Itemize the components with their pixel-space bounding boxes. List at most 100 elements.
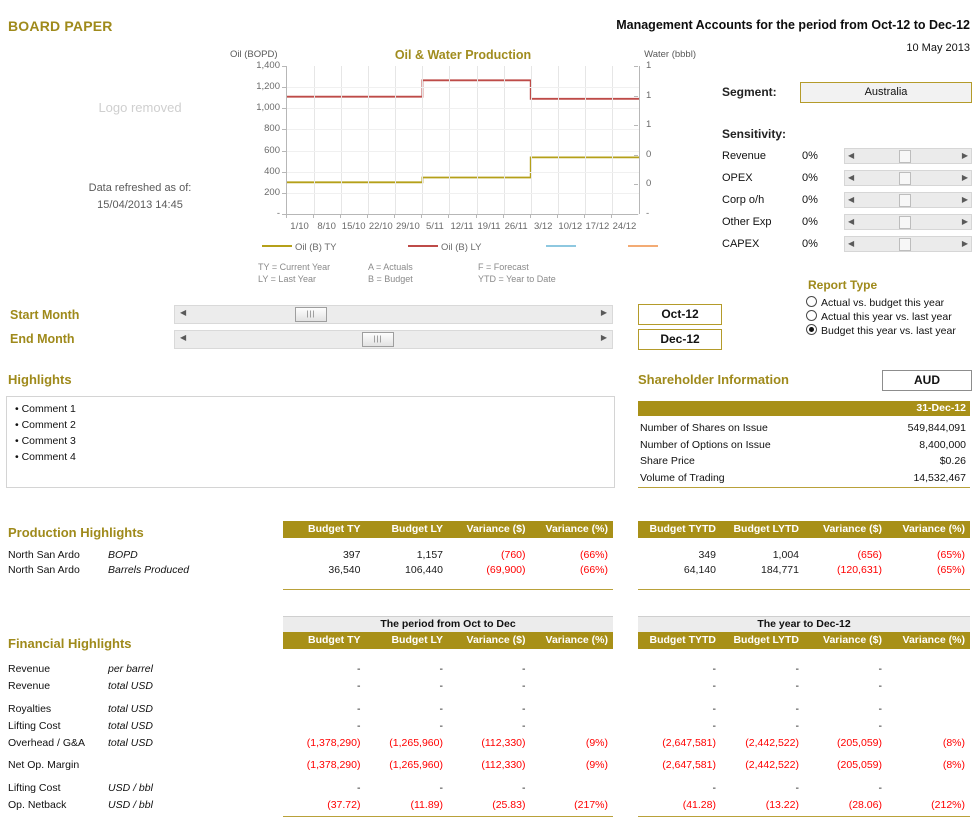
- spinner-right-arrow-icon[interactable]: ▶: [962, 238, 968, 249]
- slider-right-arrow-icon[interactable]: ▶: [601, 308, 607, 317]
- board-paper-label: BOARD PAPER: [8, 18, 113, 34]
- chart-footnote: A = Actuals: [368, 262, 413, 272]
- spinner-left-arrow-icon[interactable]: ◀: [848, 172, 854, 183]
- chart-y2-tickmark: [634, 125, 638, 127]
- chart-series-line: [287, 79, 639, 100]
- report-type-option[interactable]: Budget this year vs. last year: [806, 324, 956, 337]
- chart-y-tickmark: [282, 87, 286, 89]
- chart-legend-label: Oil (B) TY: [295, 242, 337, 253]
- slider-thumb[interactable]: |||: [362, 332, 394, 347]
- slider-left-arrow-icon[interactable]: ◀: [180, 333, 186, 342]
- data-refreshed-label: Data refreshed as of:: [88, 182, 192, 194]
- end-month-slider[interactable]: ◀ ||| ▶: [174, 330, 613, 349]
- chart-vertical-gridline: [584, 66, 586, 214]
- table-row-label: Revenue: [8, 663, 51, 675]
- table-cell: 1,157: [416, 549, 443, 561]
- sensitivity-value: 0%: [802, 194, 818, 206]
- currency-selector[interactable]: AUD: [882, 370, 972, 391]
- end-month-value: Dec-12: [638, 329, 722, 350]
- sensitivity-name: OPEX: [722, 172, 753, 184]
- spinner-left-arrow-icon[interactable]: ◀: [848, 216, 854, 227]
- table-cell: -: [439, 782, 444, 794]
- spinner-thumb[interactable]: [899, 238, 911, 251]
- table-cell: (217%): [574, 799, 608, 811]
- spinner-left-arrow-icon[interactable]: ◀: [848, 238, 854, 249]
- sensitivity-spinner[interactable]: ◀ ▶: [844, 236, 972, 252]
- table-cell: -: [712, 680, 717, 692]
- financial-left-period-label: The period from Oct to Dec: [380, 618, 516, 630]
- chart-legend-label: Oil (B) LY: [441, 242, 482, 253]
- table-row-unit: BOPD: [108, 549, 138, 561]
- spinner-left-arrow-icon[interactable]: ◀: [848, 150, 854, 161]
- column-header: Variance ($): [823, 634, 882, 646]
- table-cell: -: [712, 663, 717, 675]
- chart-series-line: [287, 156, 639, 184]
- sensitivity-spinner[interactable]: ◀ ▶: [844, 148, 972, 164]
- table-cell: -: [795, 663, 800, 675]
- radio-button-icon[interactable]: [806, 324, 817, 335]
- table-cell: 64,140: [683, 563, 716, 576]
- chart-x-tickmark: [394, 214, 396, 218]
- column-header: Budget LY: [391, 523, 443, 535]
- table-cell: -: [712, 703, 717, 715]
- slider-right-arrow-icon[interactable]: ▶: [601, 333, 607, 342]
- financial-right-rule: [638, 816, 970, 817]
- table-cell: -: [357, 680, 361, 692]
- chart-y2-tick: -: [646, 208, 650, 219]
- spinner-right-arrow-icon[interactable]: ▶: [962, 150, 968, 161]
- financial-right-header: Budget TYTD Budget LYTD Variance ($) Varian…: [638, 632, 970, 649]
- chart-y-tickmark: [282, 108, 286, 110]
- chart-x-tickmark: [286, 214, 287, 218]
- radio-button-icon[interactable]: [806, 296, 817, 307]
- table-cell: -: [522, 782, 526, 794]
- sensitivity-spinner[interactable]: ◀ ▶: [844, 214, 972, 230]
- segment-select[interactable]: Australia: [800, 82, 972, 103]
- column-header: Budget LYTD: [733, 634, 799, 646]
- shareholder-as-at-date: 31-Dec-12: [916, 402, 966, 414]
- chart-x-tickmark: [502, 214, 504, 218]
- slider-thumb[interactable]: |||: [295, 307, 327, 322]
- chart-vertical-gridline: [476, 66, 478, 214]
- spinner-thumb[interactable]: [899, 150, 911, 163]
- chart-y-tick: 1,200: [256, 81, 280, 93]
- spinner-thumb[interactable]: [899, 172, 911, 185]
- production-right-header: Budget TYTD Budget LYTD Variance ($) Varian…: [638, 521, 970, 538]
- shareholder-information-title: Shareholder Information: [638, 372, 789, 387]
- shareholder-row-label: Share Price: [640, 455, 695, 467]
- table-cell: (112,330): [481, 759, 526, 771]
- report-type-option[interactable]: Actual this year vs. last year: [806, 310, 952, 323]
- table-cell: -: [522, 720, 526, 732]
- report-date: 10 May 2013: [906, 42, 970, 54]
- table-cell: (8%): [942, 737, 965, 749]
- chart-vertical-gridline: [341, 66, 343, 214]
- spinner-right-arrow-icon[interactable]: ▶: [962, 216, 968, 227]
- spinner-right-arrow-icon[interactable]: ▶: [962, 172, 968, 183]
- sensitivity-name: Corp o/h: [722, 194, 765, 206]
- radio-button-icon[interactable]: [806, 310, 817, 321]
- chart-legend-swatch: [628, 245, 658, 247]
- table-cell: 184,771: [761, 563, 799, 576]
- spinner-thumb[interactable]: [899, 216, 911, 229]
- table-cell: 349: [698, 549, 716, 561]
- start-month-slider[interactable]: ◀ ||| ▶: [174, 305, 613, 324]
- report-type-label: Budget this year vs. last year: [821, 325, 956, 337]
- slider-left-arrow-icon[interactable]: ◀: [180, 308, 186, 317]
- table-row-unit: per barrel: [108, 663, 153, 675]
- report-type-option[interactable]: Actual vs. budget this year: [806, 296, 944, 309]
- sensitivity-row: Revenue 0% ◀ ▶: [722, 148, 972, 166]
- chart-x-tickmark: [421, 214, 423, 218]
- sensitivity-spinner[interactable]: ◀ ▶: [844, 170, 972, 186]
- highlights-box[interactable]: • Comment 1 • Comment 2 • Comment 3 • Comme…: [6, 396, 615, 488]
- spinner-left-arrow-icon[interactable]: ◀: [848, 194, 854, 205]
- sensitivity-spinner[interactable]: ◀ ▶: [844, 192, 972, 208]
- sensitivity-row: OPEX 0% ◀ ▶: [722, 170, 972, 188]
- chart-x-tickmark: [556, 214, 558, 218]
- chart-vertical-gridline: [449, 66, 451, 214]
- chart-footnote: F = Forecast: [478, 262, 529, 272]
- spinner-right-arrow-icon[interactable]: ▶: [962, 194, 968, 205]
- shareholder-row-value: 549,844,091: [907, 422, 966, 434]
- start-month-value: Oct-12: [638, 304, 722, 325]
- chart-y-tickmark: [282, 66, 286, 67]
- spinner-thumb[interactable]: [899, 194, 911, 207]
- financial-right-period-label: The year to Dec-12: [757, 618, 851, 630]
